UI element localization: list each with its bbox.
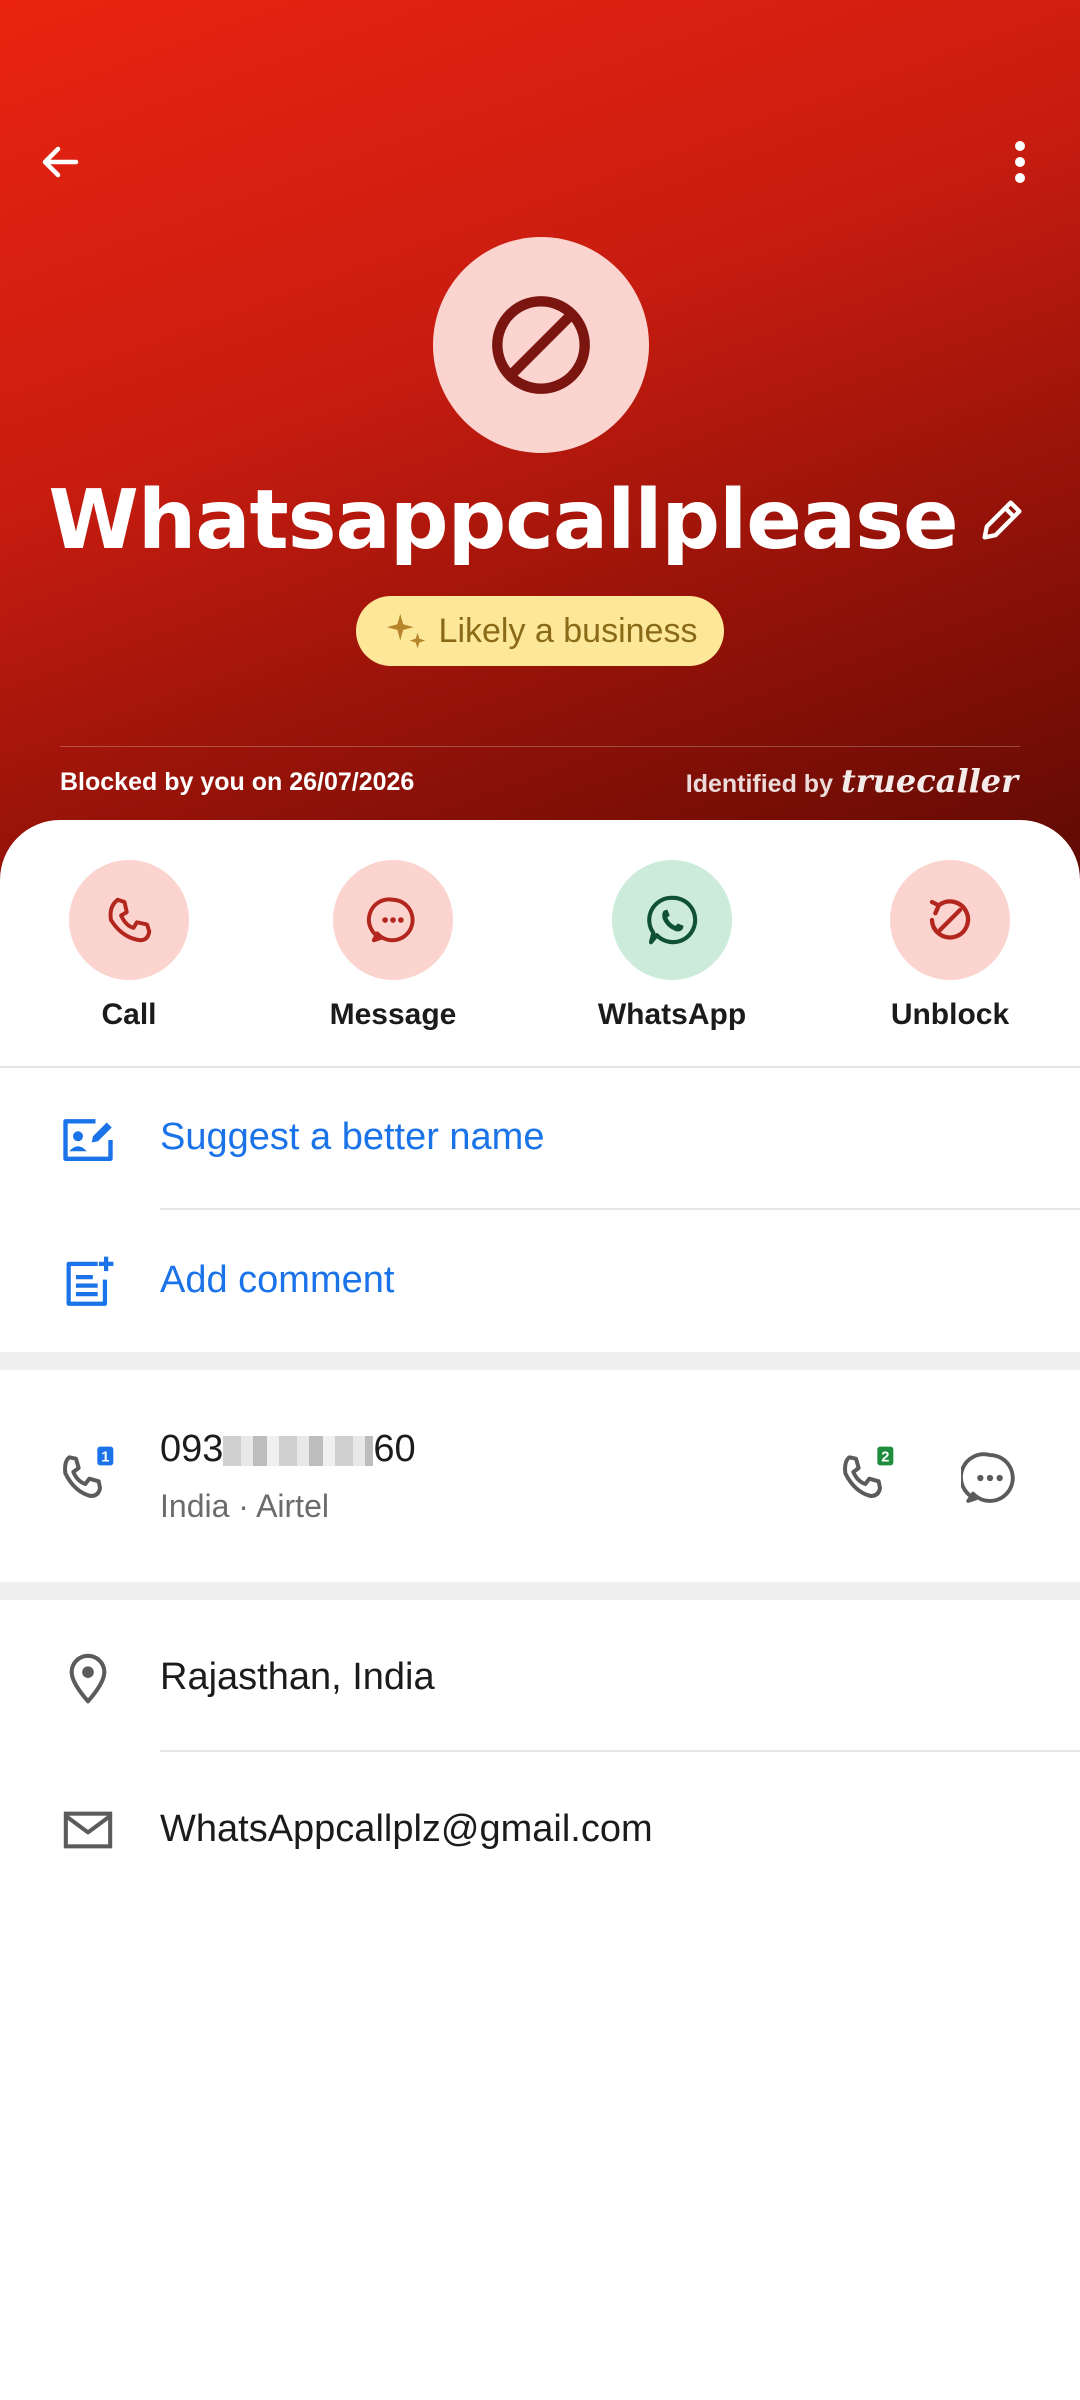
sim1-badge: 1	[101, 1449, 109, 1465]
section-separator-1	[0, 1352, 1080, 1370]
business-badge: Likely a business	[356, 596, 724, 666]
unblock-circle	[890, 860, 1010, 980]
add-comment-icon-wrap	[56, 1250, 120, 1314]
identified-by: Identified by truecaller	[686, 762, 1018, 800]
note-add-icon	[66, 1256, 114, 1306]
suggest-name-label: Suggest a better name	[160, 1116, 545, 1158]
options-divider	[160, 1208, 1080, 1210]
whatsapp-label: WhatsApp	[597, 998, 747, 1031]
back-arrow-icon	[42, 146, 79, 178]
location-icon-wrap	[56, 1646, 120, 1710]
more-options-button[interactable]	[982, 124, 1058, 200]
unblock-label: Unblock	[890, 998, 1010, 1031]
message-circle	[333, 860, 453, 980]
email-icon-wrap	[56, 1798, 120, 1862]
message-icon	[366, 897, 415, 943]
phone-number-suffix: 60	[373, 1428, 416, 1470]
edit-name-button[interactable]	[976, 492, 1032, 548]
sparkle-icon	[386, 613, 425, 649]
email-text: WhatsAppcallplz@gmail.com	[160, 1808, 653, 1850]
suggest-name-icon-wrap	[56, 1108, 120, 1172]
contact-name: Whatsappcallplease	[48, 472, 958, 568]
sim2-badge: 2	[881, 1449, 889, 1465]
blocked-avatar	[433, 237, 649, 453]
chat-bubble-icon	[961, 1452, 1015, 1503]
add-comment-label: Add comment	[160, 1259, 395, 1301]
whatsapp-action[interactable]: WhatsApp	[572, 860, 772, 1032]
phone-sim1-icon-wrap: 1	[56, 1444, 120, 1508]
truecaller-logo: truecaller	[840, 762, 1018, 800]
message-action[interactable]: Message	[293, 860, 493, 1032]
call-label: Call	[101, 998, 157, 1031]
more-vert-icon	[1015, 141, 1025, 183]
actions-divider	[0, 1066, 1080, 1068]
call-action[interactable]: Call	[29, 860, 229, 1032]
contact-name-row: Whatsappcallplease	[0, 470, 1080, 570]
unblock-action[interactable]: Unblock	[850, 860, 1050, 1032]
phone-details: India · Airtel	[160, 1488, 329, 1524]
phone-number: 093 60	[160, 1428, 416, 1471]
badge-label: Likely a business	[438, 611, 698, 650]
location-pin-icon	[69, 1653, 107, 1704]
pencil-icon	[982, 500, 1022, 540]
section-separator-2	[0, 1582, 1080, 1600]
block-icon	[492, 296, 590, 394]
sms-button[interactable]	[958, 1446, 1022, 1510]
message-label: Message	[329, 998, 457, 1031]
phone-number-prefix: 093	[160, 1428, 224, 1470]
header-divider	[60, 746, 1020, 747]
phone-icon	[108, 897, 152, 943]
unblock-icon	[929, 899, 971, 940]
whatsapp-icon	[647, 895, 698, 945]
call-sim2-button[interactable]: 2	[836, 1444, 900, 1508]
masked-digits	[223, 1435, 374, 1466]
back-button[interactable]	[22, 124, 98, 200]
phone-sim2-icon: 2	[843, 1446, 894, 1498]
phone-sim1-icon: 1	[63, 1446, 114, 1498]
id-card-edit-icon	[63, 1119, 113, 1161]
whatsapp-circle	[612, 860, 732, 980]
identified-prefix: Identified by	[685, 770, 833, 798]
call-circle	[69, 860, 189, 980]
details-sheet	[0, 820, 1080, 2400]
location-text: Rajasthan, India	[160, 1656, 435, 1698]
info-divider	[160, 1750, 1080, 1752]
blocked-status: Blocked by you on 26/07/2026	[60, 768, 415, 796]
mail-icon	[63, 1811, 113, 1849]
